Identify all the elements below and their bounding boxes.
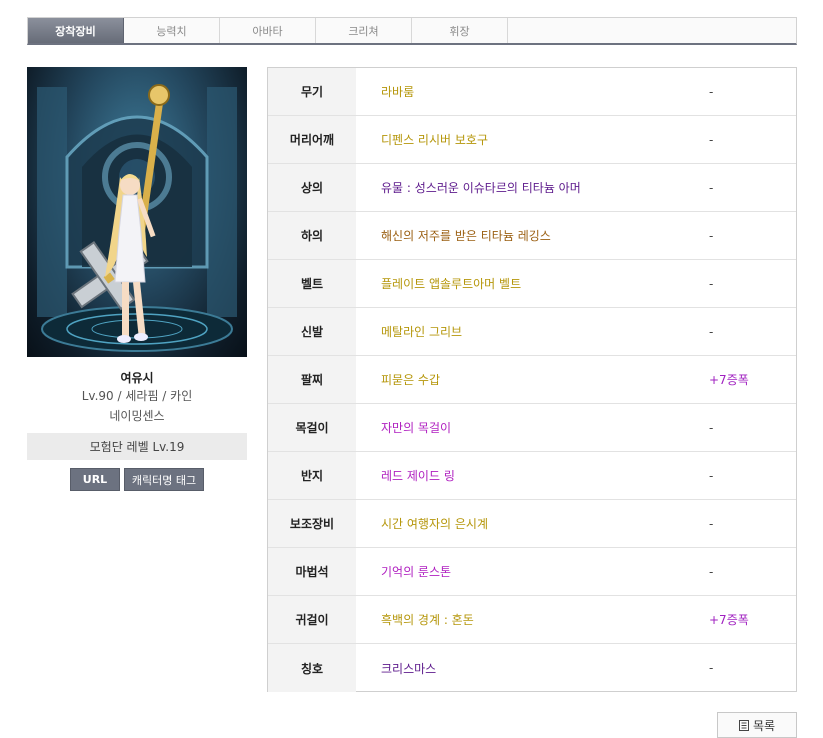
item-extra: -: [709, 84, 714, 99]
item-extra: +7증폭: [709, 373, 749, 387]
character-guild: 네이밍센스: [109, 409, 165, 423]
url-button[interactable]: URL: [70, 468, 120, 491]
item-extra: -: [709, 661, 714, 675]
slot-label: 마법석: [268, 548, 356, 595]
item-name[interactable]: 라바룸: [356, 68, 701, 115]
equipment-row-belt: 벨트 플레이트 앱솔루트아머 벨트 -: [268, 260, 796, 308]
character-name-tag-button[interactable]: 캐릭터명 태그: [124, 468, 204, 491]
slot-label: 귀걸이: [268, 596, 356, 643]
character-button-row: URL 캐릭터명 태그: [70, 468, 204, 491]
tab-stats[interactable]: 능력치: [124, 18, 220, 43]
item-name[interactable]: 메탈라인 그리브: [356, 308, 701, 355]
equipment-row-necklace: 목걸이 자만의 목걸이 -: [268, 404, 796, 452]
slot-label: 칭호: [268, 644, 356, 692]
item-name[interactable]: 해신의 저주를 받은 티타늄 레깅스: [356, 212, 701, 259]
item-name[interactable]: 기억의 룬스톤: [356, 548, 701, 595]
item-extra: -: [709, 324, 714, 339]
slot-label: 반지: [268, 452, 356, 499]
list-button-label: 목록: [752, 718, 776, 733]
item-extra: -: [709, 516, 714, 531]
item-name[interactable]: 자만의 목걸이: [356, 404, 701, 451]
character-level-class-server: Lv.90 / 세라핌 / 카인: [81, 389, 193, 403]
tab-equipment[interactable]: 장착장비: [28, 18, 124, 43]
item-name[interactable]: 디펜스 리시버 보호구: [356, 116, 701, 163]
item-name[interactable]: 레드 제이드 링: [356, 452, 701, 499]
adventure-level: 모험단 레벨 Lv.19: [27, 433, 247, 460]
item-extra: -: [709, 132, 714, 147]
item-extra: -: [709, 420, 714, 435]
equipment-row-earring: 귀걸이 흑백의 경계 : 혼돈 +7증폭: [268, 596, 796, 644]
tab-creature[interactable]: 크리쳐: [316, 18, 412, 43]
item-extra: -: [709, 180, 714, 195]
list-icon: [738, 719, 749, 731]
slot-label: 보조장비: [268, 500, 356, 547]
equipment-row-ring: 반지 레드 제이드 링 -: [268, 452, 796, 500]
item-extra: -: [709, 564, 714, 579]
equipment-row-shoes: 신발 메탈라인 그리브 -: [268, 308, 796, 356]
slot-label: 무기: [268, 68, 356, 115]
slot-label: 신발: [268, 308, 356, 355]
equipment-row-weapon: 무기 라바룸 -: [268, 68, 796, 116]
equipment-row-head-shoulder: 머리어깨 디펜스 리시버 보호구 -: [268, 116, 796, 164]
slot-label: 하의: [268, 212, 356, 259]
item-name[interactable]: 크리스마스: [356, 644, 701, 692]
slot-label: 상의: [268, 164, 356, 211]
tab-emblem[interactable]: 휘장: [412, 18, 508, 43]
equipment-row-magic-stone: 마법석 기억의 룬스톤 -: [268, 548, 796, 596]
equipment-row-top: 상의 유물 : 성스러운 이슈타르의 티타늄 아머 -: [268, 164, 796, 212]
tab-avatar[interactable]: 아바타: [220, 18, 316, 43]
character-info: 여유시 Lv.90 / 세라핌 / 카인 네이밍센스: [27, 370, 247, 426]
item-name[interactable]: 피묻은 수갑: [356, 356, 701, 403]
character-portrait: [27, 67, 247, 357]
slot-label: 벨트: [268, 260, 356, 307]
item-extra: -: [709, 468, 714, 483]
item-extra: +7증폭: [709, 613, 749, 627]
item-name[interactable]: 플레이트 앱솔루트아머 벨트: [356, 260, 701, 307]
tab-bar: 장착장비 능력치 아바타 크리쳐 휘장: [27, 17, 797, 45]
character-name: 여유시: [120, 371, 154, 385]
equipment-table: 무기 라바룸 - 머리어깨 디펜스 리시버 보호구 - 상의 유물 : 성스러운…: [267, 67, 797, 692]
item-name[interactable]: 유물 : 성스러운 이슈타르의 티타늄 아머: [356, 164, 701, 211]
slot-label: 머리어깨: [268, 116, 356, 163]
list-button[interactable]: 목록: [717, 712, 797, 738]
item-extra: -: [709, 276, 714, 291]
equipment-row-bracelet: 팔찌 피묻은 수갑 +7증폭: [268, 356, 796, 404]
character-illustration: [37, 84, 237, 352]
equipment-row-sub-equipment: 보조장비 시간 여행자의 은시계 -: [268, 500, 796, 548]
equipment-row-title: 칭호 크리스마스 -: [268, 644, 796, 692]
slot-label: 목걸이: [268, 404, 356, 451]
item-extra: -: [709, 228, 714, 243]
item-name[interactable]: 시간 여행자의 은시계: [356, 500, 701, 547]
item-name[interactable]: 흑백의 경계 : 혼돈: [356, 596, 701, 643]
slot-label: 팔찌: [268, 356, 356, 403]
equipment-row-bottom: 하의 해신의 저주를 받은 티타늄 레깅스 -: [268, 212, 796, 260]
